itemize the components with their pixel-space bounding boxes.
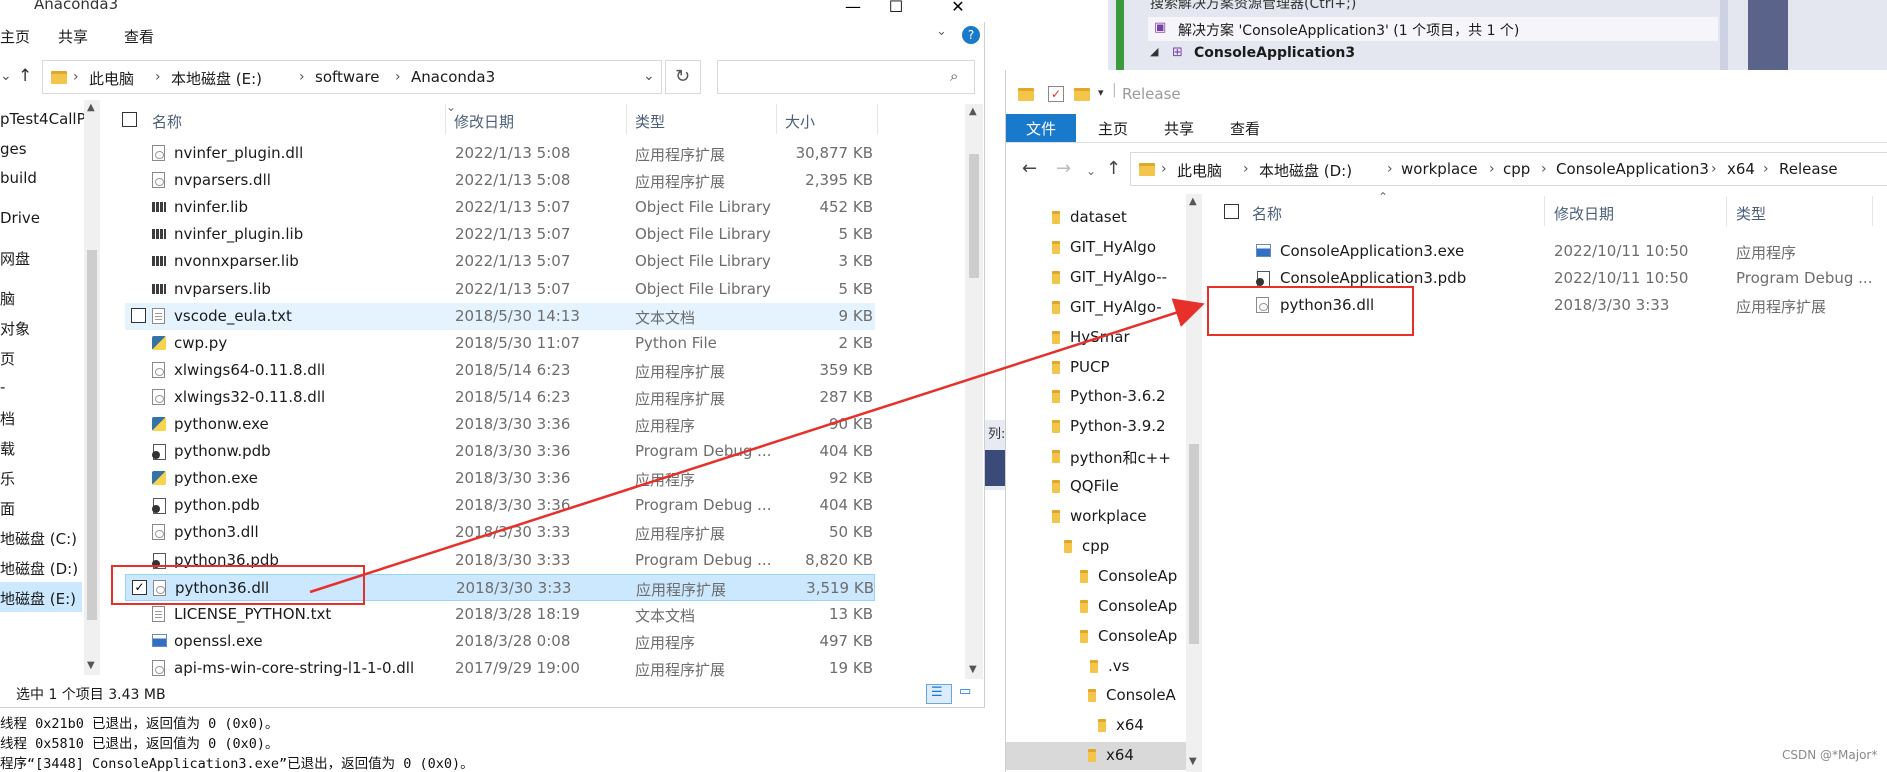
console-line: 程序“[3448] ConsoleApplication3.exe”已退出，返回…: [0, 756, 474, 772]
console-line: 线程 0x5810 已退出，返回值为 0 (0x0)。: [0, 736, 279, 752]
watermark: CSDN @*Major*: [1782, 748, 1878, 762]
output-console: 线程 0x21b0 已退出，返回值为 0 (0x0)。 线程 0x5810 已退…: [0, 708, 1005, 772]
console-line: 线程 0x21b0 已退出，返回值为 0 (0x0)。: [0, 716, 279, 732]
copy-arrow: [309, 298, 1205, 594]
arrow-line: [309, 298, 1205, 594]
